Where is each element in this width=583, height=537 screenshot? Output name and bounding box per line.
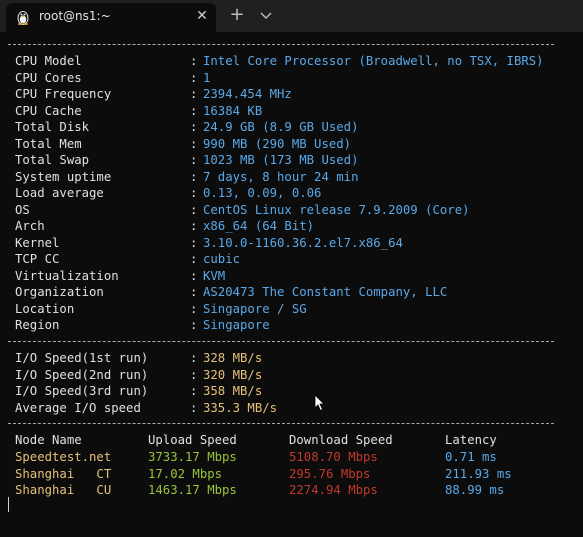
plus-icon[interactable]: +	[229, 6, 245, 24]
io-separator: :	[190, 351, 198, 365]
mouse-pointer-icon	[314, 394, 325, 412]
info-key: Kernel	[15, 235, 60, 250]
info-separator: :	[190, 186, 198, 200]
latency: 88.99 ms	[445, 483, 505, 497]
title-bar: root@ns1:~ ✕ +	[0, 0, 583, 32]
info-separator: :	[190, 169, 198, 184]
upload-speed: 17.02 Mbps	[148, 466, 223, 481]
text-cursor	[8, 497, 9, 512]
info-value: cubic	[203, 252, 241, 266]
info-key: Location	[15, 301, 75, 316]
info-separator: :	[190, 87, 198, 101]
upload-speed: 3733.17 Mbps	[148, 450, 237, 464]
io-value: 328 MB/s	[203, 351, 263, 365]
info-separator: :	[190, 301, 198, 316]
info-key: CPU Cores	[15, 70, 82, 85]
info-key: CPU Cache	[15, 103, 82, 118]
info-key: Arch	[15, 219, 45, 233]
info-value: 16384 KB	[203, 103, 263, 118]
header-upload-speed: Upload Speed	[148, 433, 237, 447]
download-speed: 295.76 Mbps	[289, 466, 371, 481]
download-speed: 5108.70 Mbps	[289, 450, 378, 464]
io-value: 335.3 MB/s	[203, 400, 278, 415]
info-separator: :	[190, 120, 198, 134]
close-icon[interactable]: ✕	[194, 8, 210, 24]
io-value: 358 MB/s	[203, 384, 263, 398]
info-key: TCP CC	[15, 252, 60, 266]
separator-line	[8, 44, 554, 45]
io-key: I/O Speed(3rd run)	[15, 384, 149, 398]
info-separator: :	[190, 202, 198, 217]
header-download-speed: Download Speed	[289, 433, 393, 447]
info-value: Singapore / SG	[203, 301, 307, 316]
info-key: Load average	[15, 186, 104, 200]
info-value: 7 days, 8 hour 24 min	[203, 169, 359, 184]
info-value: 990 MB (290 MB Used)	[203, 136, 352, 151]
info-separator: :	[190, 153, 198, 167]
info-key: Total Disk	[15, 120, 90, 134]
info-value: CentOS Linux release 7.9.2009 (Core)	[203, 202, 470, 217]
info-value: 3.10.0-1160.36.2.el7.x86_64	[203, 235, 403, 250]
info-separator: :	[190, 70, 198, 85]
info-value: Singapore	[203, 318, 270, 332]
linux-penguin-icon	[17, 11, 29, 25]
info-separator: :	[190, 219, 198, 233]
io-separator: :	[190, 384, 198, 398]
info-value: 24.9 GB (8.9 GB Used)	[203, 120, 359, 134]
info-value: 1	[203, 70, 211, 85]
info-separator: :	[190, 285, 198, 299]
info-value: AS20473 The Constant Company, LLC	[203, 285, 448, 299]
info-key: CPU Model	[15, 54, 82, 68]
tab-title: root@ns1:~	[39, 9, 111, 23]
node-name: Shanghai CT	[15, 466, 112, 481]
io-separator: :	[190, 367, 198, 382]
info-separator: :	[190, 103, 198, 118]
info-separator: :	[190, 235, 198, 250]
separator-line	[8, 341, 554, 342]
io-key: I/O Speed(2nd run)	[15, 367, 149, 382]
info-separator: :	[190, 318, 198, 332]
info-key: Total Mem	[15, 136, 82, 151]
speedtest-header-row: Node Name Upload Speed Download Speed La…	[15, 432, 497, 449]
chevron-down-icon[interactable]	[258, 7, 274, 23]
io-key: Average I/O speed	[15, 400, 141, 415]
latency: 211.93 ms	[445, 466, 512, 481]
latency: 0.71 ms	[445, 450, 497, 464]
io-separator: :	[190, 400, 198, 415]
info-value: KVM	[203, 268, 226, 283]
scrollbar[interactable]	[576, 32, 583, 537]
info-separator: :	[190, 136, 198, 151]
info-separator: :	[190, 252, 198, 266]
info-key: Virtualization	[15, 268, 119, 283]
info-key: System uptime	[15, 169, 112, 184]
separator-line	[8, 423, 554, 424]
header-node-name: Node Name	[15, 433, 82, 447]
info-separator: :	[190, 54, 198, 68]
info-value: Intel Core Processor (Broadwell, no TSX,…	[203, 54, 544, 68]
upload-speed: 1463.17 Mbps	[148, 483, 237, 497]
info-value: x86_64 (64 Bit)	[203, 219, 315, 233]
info-key: OS	[15, 202, 30, 217]
info-key: Total Swap	[15, 153, 90, 167]
io-key: I/O Speed(1st run)	[15, 351, 149, 365]
info-key: Organization	[15, 285, 104, 299]
info-key: CPU Frequency	[15, 87, 112, 101]
header-latency: Latency	[445, 433, 497, 447]
node-name: Shanghai CU	[15, 483, 112, 497]
info-value: 0.13, 0.09, 0.06	[203, 186, 322, 200]
node-name: Speedtest.net	[15, 450, 112, 464]
terminal-output[interactable]: CPU Model: Intel Core Processor (Broadwel…	[0, 32, 583, 537]
info-key: Region	[15, 318, 60, 332]
download-speed: 2274.94 Mbps	[289, 483, 378, 497]
terminal-window: root@ns1:~ ✕ + CPU Model: Intel Core Proc…	[0, 0, 583, 537]
io-value: 320 MB/s	[203, 367, 263, 382]
info-value: 1023 MB (173 MB Used)	[203, 153, 359, 167]
info-value: 2394.454 MHz	[203, 87, 292, 101]
info-separator: :	[190, 268, 198, 283]
tab-root-ns1[interactable]: root@ns1:~ ✕	[6, 3, 216, 32]
